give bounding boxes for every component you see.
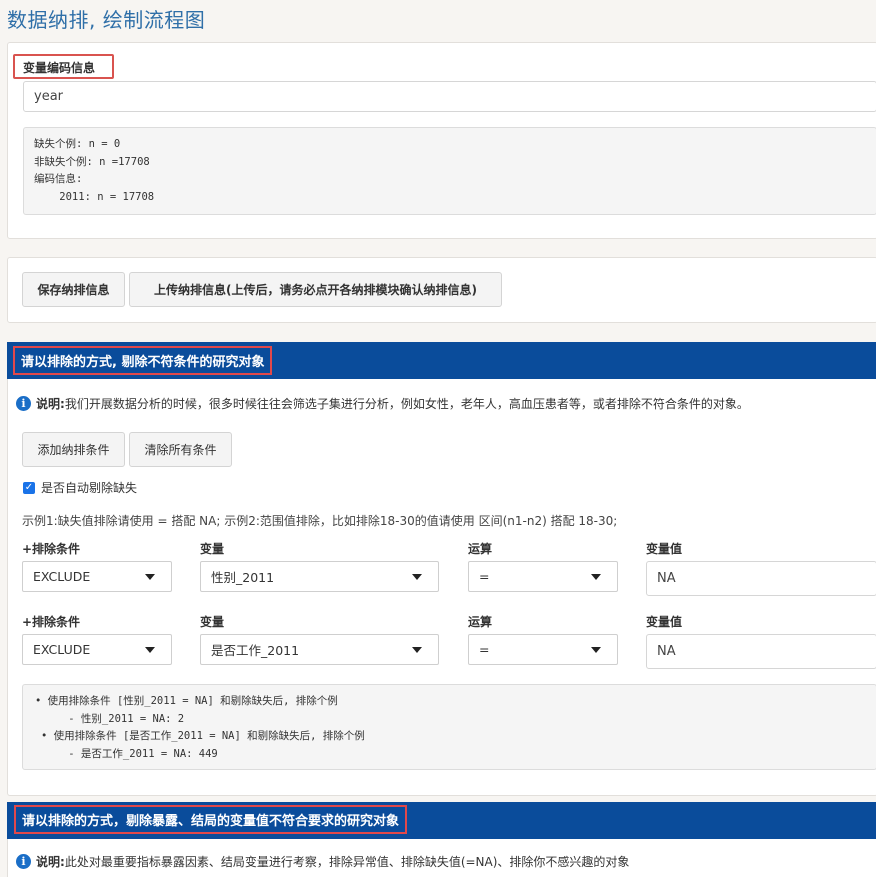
section2-header: 请以排除的方式，剔除暴露、结局的变量值不符合要求的研究对象 bbox=[7, 802, 876, 839]
col-operator-label: 运算 bbox=[468, 542, 493, 556]
operator-select-value: = bbox=[479, 569, 490, 584]
result-line: • 使用排除条件 [性别_2011 = NA] 和剔除缺失后, 排除个例 bbox=[35, 695, 338, 707]
example-text: 示例1:缺失值排除请使用 = 搭配 NA; 示例2:范围值排除，比如排除18-3… bbox=[22, 514, 618, 528]
condition-select-value: EXCLUDE bbox=[33, 569, 91, 584]
col-variable-label: 变量 bbox=[200, 615, 225, 629]
encoding-label: 变量编码信息 bbox=[23, 61, 96, 75]
condition-select[interactable]: EXCLUDE bbox=[22, 634, 172, 665]
col-condition-label: +排除条件 bbox=[22, 542, 81, 556]
value-input-text: NA bbox=[657, 644, 676, 659]
encoding-output: 缺失个例: n = 0 非缺失个例: n =17708 编码信息: 2011: … bbox=[23, 127, 876, 215]
chevron-down-icon bbox=[591, 574, 601, 580]
encoding-line: 编码信息: bbox=[34, 173, 83, 185]
value-input[interactable]: NA bbox=[646, 634, 876, 669]
actions-card: 保存纳排信息 上传纳排信息(上传后，请务必点开各纳排模块确认纳排信息) bbox=[7, 257, 876, 323]
chevron-down-icon bbox=[412, 647, 422, 653]
exclusion-results: • 使用排除条件 [性别_2011 = NA] 和剔除缺失后, 排除个例 - 性… bbox=[22, 684, 876, 770]
col-value-label: 变量值 bbox=[646, 542, 683, 556]
value-input-text: NA bbox=[657, 571, 676, 586]
condition-select[interactable]: EXCLUDE bbox=[22, 561, 172, 592]
encoding-line: 缺失个例: n = 0 bbox=[34, 138, 121, 150]
save-button[interactable]: 保存纳排信息 bbox=[22, 272, 125, 307]
result-line: - 是否工作_2011 = NA: 449 bbox=[43, 747, 218, 760]
info-prefix: 说明: bbox=[36, 397, 65, 411]
variable-select-value: 是否工作_2011 bbox=[211, 643, 300, 658]
info-icon: i bbox=[16, 854, 31, 869]
col-variable-label: 变量 bbox=[200, 542, 225, 556]
condition-select-value: EXCLUDE bbox=[33, 642, 91, 657]
chevron-down-icon bbox=[145, 574, 155, 580]
info-icon: i bbox=[16, 396, 31, 411]
encoding-line: 2011: n = 17708 bbox=[34, 190, 155, 203]
value-input[interactable]: NA bbox=[646, 561, 876, 596]
result-line: - 性别_2011 = NA: 2 bbox=[43, 712, 185, 725]
info-text: 此处对最重要指标暴露因素、结局变量进行考察，排除异常值、排除缺失值(=NA)、排… bbox=[64, 855, 630, 869]
section1-body: i 说明: 我们开展数据分析的时候，很多时候往往会筛选子集进行分析，例如女性，老… bbox=[7, 379, 876, 796]
auto-missing-label: 是否自动剔除缺失 bbox=[41, 481, 138, 495]
info-text: 我们开展数据分析的时候，很多时候往往会筛选子集进行分析，例如女性，老年人，高血压… bbox=[64, 397, 749, 411]
section2-title: 请以排除的方式，剔除暴露、结局的变量值不符合要求的研究对象 bbox=[14, 805, 408, 834]
clear-conditions-button[interactable]: 清除所有条件 bbox=[129, 432, 232, 467]
variable-input-value: year bbox=[34, 89, 64, 104]
page-title: 数据纳排, 绘制流程图 bbox=[7, 8, 206, 32]
col-value-label: 变量值 bbox=[646, 615, 683, 629]
operator-select[interactable]: = bbox=[468, 634, 618, 665]
result-line: • 使用排除条件 [是否工作_2011 = NA] 和剔除缺失后, 排除个例 bbox=[41, 730, 365, 742]
variable-select[interactable]: 是否工作_2011 bbox=[200, 634, 439, 665]
section1-info: i 说明: 我们开展数据分析的时候，很多时候往往会筛选子集进行分析，例如女性，老… bbox=[16, 395, 749, 412]
variable-select-value: 性别_2011 bbox=[211, 570, 275, 585]
encoding-card: 变量编码信息 year 缺失个例: n = 0 非缺失个例: n =17708 … bbox=[7, 42, 876, 239]
section1-title: 请以排除的方式, 剔除不符条件的研究对象 bbox=[13, 346, 273, 375]
upload-button[interactable]: 上传纳排信息(上传后，请务必点开各纳排模块确认纳排信息) bbox=[129, 272, 502, 307]
variable-select[interactable]: 性别_2011 bbox=[200, 561, 439, 592]
operator-select[interactable]: = bbox=[468, 561, 618, 592]
section2-info: i 说明: 此处对最重要指标暴露因素、结局变量进行考察，排除异常值、排除缺失值(… bbox=[16, 853, 629, 870]
variable-input[interactable]: year bbox=[23, 81, 876, 112]
col-operator-label: 运算 bbox=[468, 615, 493, 629]
add-condition-button[interactable]: 添加纳排条件 bbox=[22, 432, 125, 467]
chevron-down-icon bbox=[145, 647, 155, 653]
auto-missing-checkbox[interactable]: ✓ 是否自动剔除缺失 bbox=[23, 479, 137, 496]
operator-select-value: = bbox=[479, 642, 490, 657]
encoding-line: 非缺失个例: n =17708 bbox=[34, 155, 150, 168]
section1-header: 请以排除的方式, 剔除不符条件的研究对象 bbox=[7, 342, 876, 379]
col-condition-label: +排除条件 bbox=[22, 615, 81, 629]
info-prefix: 说明: bbox=[36, 855, 65, 869]
checkbox-checked-icon[interactable]: ✓ bbox=[23, 481, 35, 494]
section2-body: i 说明: 此处对最重要指标暴露因素、结局变量进行考察，排除异常值、排除缺失值(… bbox=[7, 839, 876, 877]
chevron-down-icon bbox=[591, 647, 601, 653]
chevron-down-icon bbox=[412, 574, 422, 580]
